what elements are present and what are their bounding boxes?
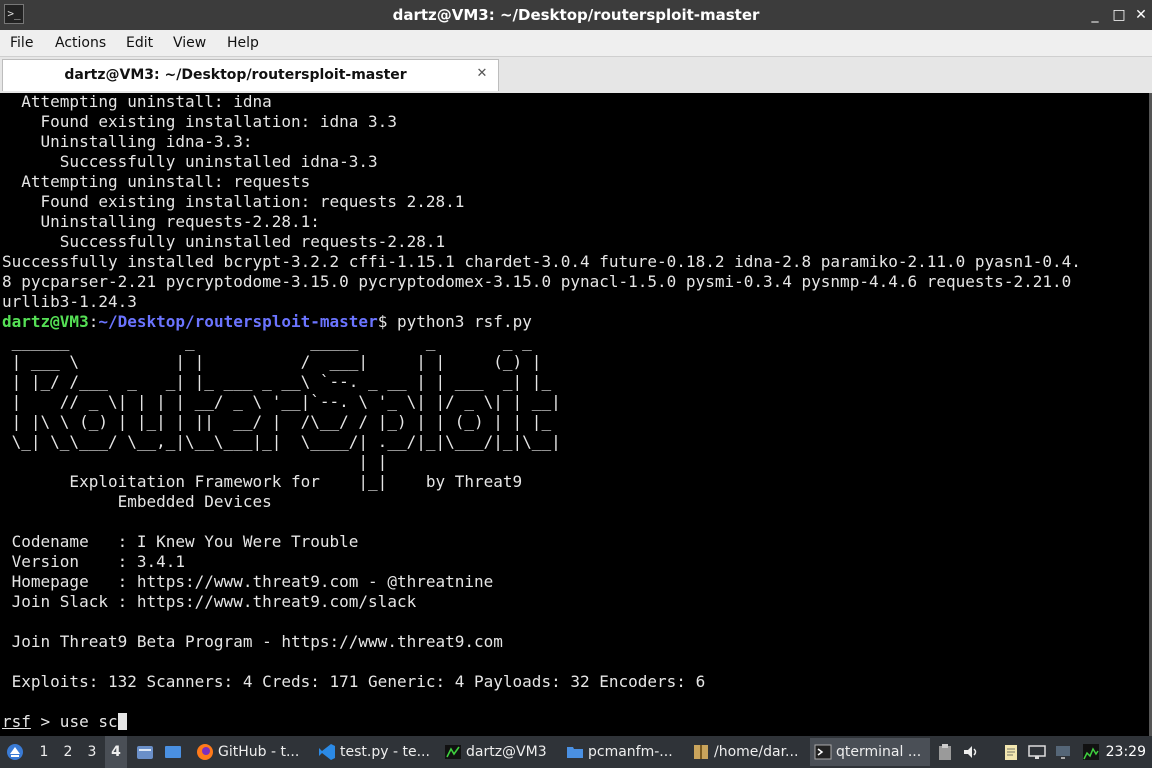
- terminal-line: Attempting uninstall: requests: [2, 172, 311, 191]
- info-homepage: Homepage : https://www.threat9.com - @th…: [2, 572, 494, 591]
- task-label: pcmanfm-...: [588, 744, 673, 760]
- task-label: dartz@VM3: [466, 744, 547, 760]
- banner-tagline: Embedded Devices: [2, 492, 272, 511]
- volume-icon[interactable]: [962, 743, 980, 761]
- banner-line: | |_/ /___ _ _| |_ ___ _ __\ `--. _ __ |…: [2, 372, 552, 391]
- task-label: test.py - te...: [340, 744, 430, 760]
- tab-bar: dartz@VM3: ~/Desktop/routersploit-master…: [0, 57, 1152, 93]
- vscode-icon: [319, 744, 335, 760]
- display-tray-icon[interactable]: [1054, 743, 1072, 761]
- minimize-button[interactable]: _: [1086, 6, 1104, 24]
- workspace-1[interactable]: 1: [33, 736, 55, 768]
- file-manager-launcher-icon[interactable]: [136, 743, 154, 761]
- menu-actions[interactable]: Actions: [55, 30, 106, 56]
- rsf-prompt-line[interactable]: rsf > use sc: [2, 712, 127, 732]
- beta-program-line: Join Threat9 Beta Program - https://www.…: [2, 632, 503, 651]
- banner-line: | ___ \ | | / ___| | | (_) |: [2, 352, 542, 371]
- network-icon[interactable]: [1028, 743, 1046, 761]
- terminal-output[interactable]: Attempting uninstall: idna Found existin…: [0, 93, 1149, 736]
- prompt-path: ~/Desktop/routersploit-master: [98, 312, 378, 331]
- firefox-icon: [197, 744, 213, 760]
- task-vscode[interactable]: test.py - te...: [314, 738, 432, 766]
- task-label: GitHub - t...: [218, 744, 300, 760]
- terminal-line: Successfully uninstalled requests-2.28.1: [2, 232, 446, 251]
- tab-close-icon[interactable]: ✕: [474, 66, 490, 82]
- text-cursor: [117, 713, 127, 730]
- tab-terminal[interactable]: dartz@VM3: ~/Desktop/routersploit-master…: [2, 59, 499, 91]
- task-firefox-github[interactable]: GitHub - t...: [192, 738, 304, 766]
- start-menu-icon[interactable]: [6, 743, 24, 761]
- cpu-monitor-icon[interactable]: [1082, 743, 1100, 761]
- terminal-line: Found existing installation: idna 3.3: [2, 112, 397, 131]
- banner-line: ______ _ _____ _ _ _: [2, 332, 532, 351]
- clipboard-tray-icon[interactable]: [936, 743, 954, 761]
- menu-file[interactable]: File: [10, 30, 33, 56]
- task-label: /home/dar...: [714, 744, 799, 760]
- taskbar: 1 2 3 4 GitHub - t... test.py - te... da…: [0, 736, 1152, 768]
- task-qterminal[interactable]: qterminal ...: [810, 738, 930, 766]
- banner-line: | // _ \| | | | __/ _ \ '__|`--. \ '_ \|…: [2, 392, 561, 411]
- workspace-2[interactable]: 2: [57, 736, 79, 768]
- close-window-button[interactable]: ✕: [1132, 6, 1150, 24]
- banner-line: | |: [2, 452, 388, 471]
- terminal-line: Attempting uninstall: idna: [2, 93, 272, 111]
- folder-icon: [567, 747, 583, 758]
- task-terminal-dartz[interactable]: dartz@VM3: [440, 738, 554, 766]
- terminal-line: Uninstalling idna-3.3:: [2, 132, 253, 151]
- terminal-icon: [445, 745, 461, 759]
- info-slack: Join Slack : https://www.threat9.com/sla…: [2, 592, 417, 611]
- terminal-line: Uninstalling requests-2.28.1:: [2, 212, 320, 231]
- archive-icon: [694, 745, 708, 759]
- window-title: dartz@VM3: ~/Desktop/routersploit-master: [392, 6, 760, 24]
- menu-edit[interactable]: Edit: [126, 30, 153, 56]
- prompt-separator: :: [88, 312, 99, 331]
- info-version: Version : 3.4.1: [2, 552, 186, 571]
- terminal-line: urllib3-1.24.3: [2, 292, 137, 311]
- workspace-3[interactable]: 3: [81, 736, 103, 768]
- terminal-icon: [814, 744, 832, 760]
- prompt-symbol: $: [377, 312, 388, 331]
- task-archive[interactable]: /home/dar...: [688, 738, 806, 766]
- menubar: File Actions Edit View Help: [0, 30, 1152, 57]
- window-titlebar[interactable]: >_ dartz@VM3: ~/Desktop/routersploit-mas…: [0, 0, 1152, 30]
- terminal-line: 8 pycparser-2.21 pycryptodome-3.15.0 pyc…: [2, 272, 1072, 291]
- prompt-user-host: dartz@VM3: [2, 312, 89, 331]
- task-pcmanfm[interactable]: pcmanfm-...: [562, 738, 682, 766]
- tab-label: dartz@VM3: ~/Desktop/routersploit-master: [64, 67, 407, 83]
- banner-line: \_| \_\___/ \__,_|\__\___|_| \____/| .__…: [2, 432, 561, 451]
- terminal-line: Successfully uninstalled idna-3.3: [2, 152, 378, 171]
- terminal-line: Found existing installation: requests 2.…: [2, 192, 465, 211]
- menu-help[interactable]: Help: [227, 30, 259, 56]
- maximize-button[interactable]: □: [1110, 6, 1128, 24]
- terminal-line: Successfully installed bcrypt-3.2.2 cffi…: [2, 252, 1081, 271]
- banner-line: | |\ \ (_) | |_| | || __/ | /\__/ / |_) …: [2, 412, 552, 431]
- taskbar-clock[interactable]: 23:29: [1106, 736, 1146, 768]
- menu-view[interactable]: View: [173, 30, 206, 56]
- info-codename: Codename : I Knew You Were Trouble: [2, 532, 359, 551]
- workspace-4[interactable]: 4: [105, 736, 127, 768]
- prompt-command: python3 rsf.py: [387, 312, 532, 331]
- module-stats-line: Exploits: 132 Scanners: 4 Creds: 171 Gen…: [2, 672, 706, 691]
- rsf-prompt-name: rsf: [2, 712, 31, 731]
- rsf-input-text[interactable]: > use sc: [31, 712, 118, 731]
- notes-tray-icon[interactable]: [1002, 743, 1020, 761]
- shell-prompt-line: dartz@VM3:~/Desktop/routersploit-master$…: [2, 312, 532, 332]
- banner-tagline: Exploitation Framework for |_| by Threat…: [2, 472, 523, 491]
- show-desktop-icon[interactable]: [164, 743, 182, 761]
- task-label: qterminal ...: [836, 744, 922, 760]
